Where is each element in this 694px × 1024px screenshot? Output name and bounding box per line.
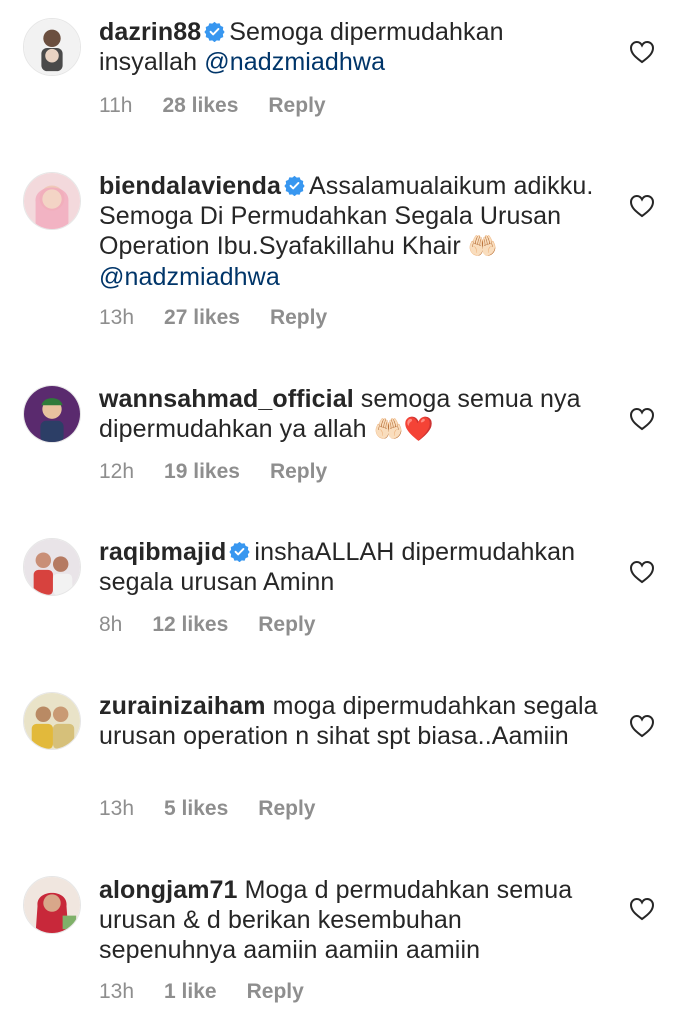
comment-text-block: raqibmajid inshaALLAH dipermudahkan segal… <box>99 537 599 597</box>
avatar[interactable] <box>23 385 81 443</box>
avatar[interactable] <box>23 172 81 230</box>
heart-outline-icon[interactable] <box>629 560 655 584</box>
comment-meta: 13h 27 likes Reply <box>99 305 327 331</box>
comment-text-block: dazrin88 Semoga dipermudahkan insyallah @… <box>99 17 599 77</box>
avatar[interactable] <box>23 18 81 76</box>
reply-button[interactable]: Reply <box>270 305 327 331</box>
mention-link[interactable]: @nadzmiadhwa <box>99 263 280 291</box>
comment-text-block: zurainizaiham moga dipermudahkan segala … <box>99 691 599 751</box>
comment-likes[interactable]: 27 likes <box>164 305 240 331</box>
mention-link[interactable]: @nadzmiadhwa <box>204 48 385 76</box>
comment-meta: 11h 28 likes Reply <box>99 93 326 119</box>
comment-time: 12h <box>99 460 135 483</box>
reply-button[interactable]: Reply <box>247 979 304 1005</box>
comment-likes[interactable]: 1 like <box>164 979 217 1005</box>
reply-button[interactable]: Reply <box>270 459 327 485</box>
comment-time: 13h <box>99 797 135 820</box>
comment-username[interactable]: zurainizaiham <box>99 692 266 720</box>
comment-meta: 13h 5 likes Reply <box>99 796 315 822</box>
comment-time: 13h <box>99 306 135 329</box>
praying-hands-emoji: 🤲🏻 <box>467 233 498 260</box>
avatar[interactable] <box>23 692 81 750</box>
avatar[interactable] <box>23 876 81 934</box>
comment-username[interactable]: alongjam71 <box>99 876 238 904</box>
comment-time: 8h <box>99 613 123 636</box>
comment-meta: 13h 1 like Reply <box>99 979 304 1005</box>
heart-outline-icon[interactable] <box>629 407 655 431</box>
verified-badge-icon <box>284 175 305 196</box>
comment-username[interactable]: raqibmajid <box>99 538 226 566</box>
comment-likes[interactable]: 12 likes <box>152 612 228 638</box>
verified-badge-icon <box>204 21 225 42</box>
comment-meta: 12h 19 likes Reply <box>99 459 327 485</box>
praying-hands-heart-emoji: 🤲🏻❤️ <box>373 416 434 443</box>
comment-text-block: alongjam71 Moga d permudahkan semua urus… <box>99 875 599 965</box>
avatar[interactable] <box>23 538 81 596</box>
heart-outline-icon[interactable] <box>629 40 655 64</box>
reply-button[interactable]: Reply <box>258 796 315 822</box>
verified-badge-icon <box>229 541 251 562</box>
heart-outline-icon[interactable] <box>629 194 655 218</box>
heart-outline-icon[interactable] <box>629 897 655 921</box>
comment-likes[interactable]: 5 likes <box>164 796 228 822</box>
reply-button[interactable]: Reply <box>268 93 325 119</box>
comment-time: 13h <box>99 980 135 1003</box>
heart-outline-icon[interactable] <box>629 714 655 738</box>
comment-text-block: biendalavienda Assalamualaikum adikku. Se… <box>99 171 599 292</box>
comment-text-block: wannsahmad_official semoga semua nya dip… <box>99 384 599 445</box>
reply-button[interactable]: Reply <box>258 612 315 638</box>
comment-time: 11h <box>99 94 133 117</box>
comment-meta: 8h 12 likes Reply <box>99 612 315 638</box>
comment-username[interactable]: dazrin88 <box>99 18 201 46</box>
comment-likes[interactable]: 28 likes <box>162 93 238 119</box>
comment-username[interactable]: wannsahmad_official <box>99 385 354 413</box>
comment-username[interactable]: biendalavienda <box>99 172 281 200</box>
comment-likes[interactable]: 19 likes <box>164 459 240 485</box>
